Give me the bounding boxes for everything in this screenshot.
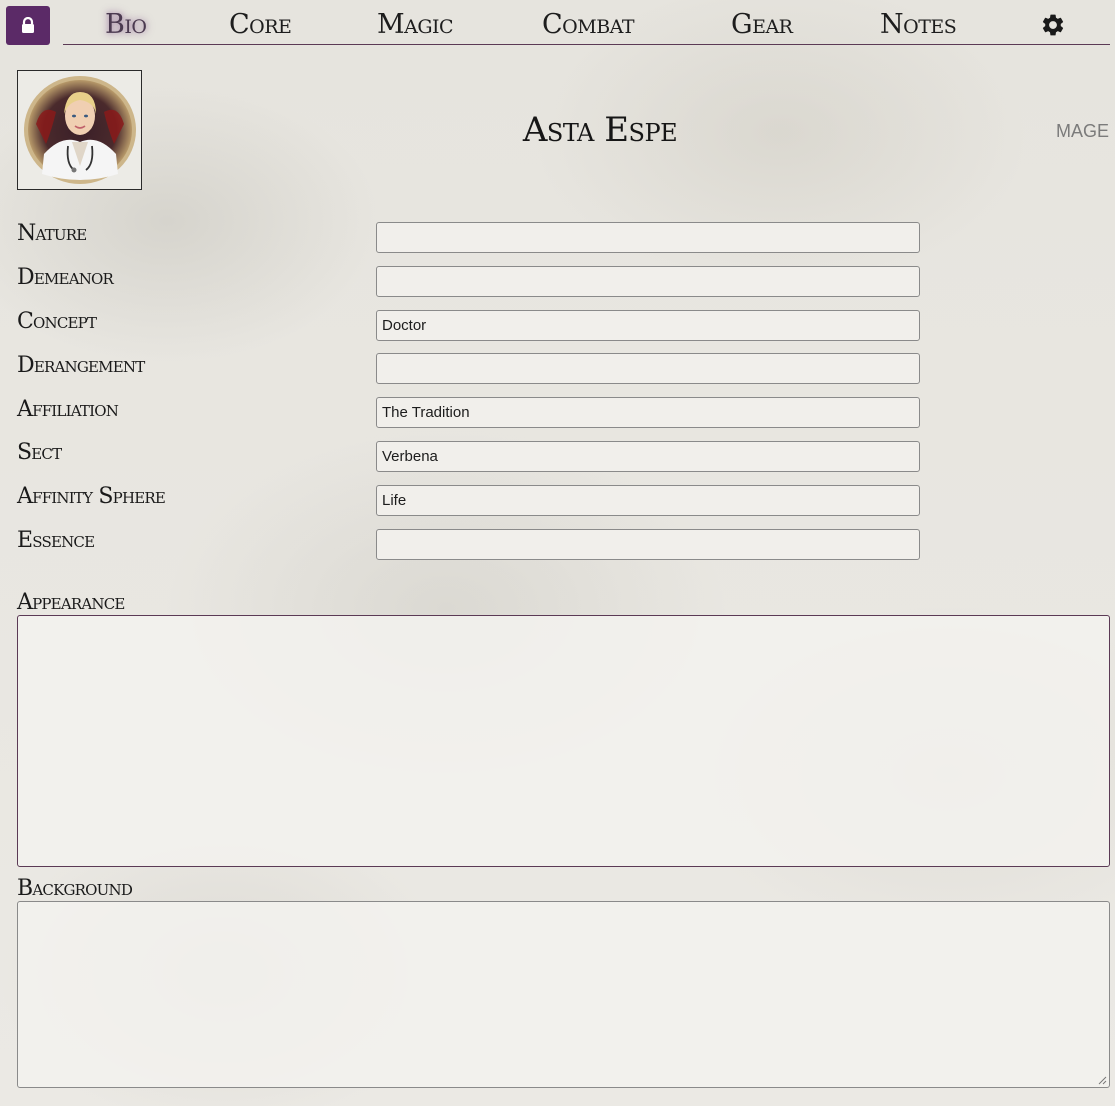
tab-gear[interactable]: Gear: [731, 9, 793, 41]
tab-notes[interactable]: Notes: [880, 9, 957, 41]
tab-bar: Bio Core Magic Combat Gear Notes: [63, 0, 1110, 45]
gear-icon[interactable]: [1040, 12, 1066, 38]
essence-field[interactable]: [376, 529, 920, 560]
background-textarea[interactable]: [17, 901, 1110, 1088]
appearance-label: Appearance: [17, 590, 125, 615]
character-name[interactable]: Asta Espe: [450, 110, 750, 150]
tab-core[interactable]: Core: [229, 9, 292, 41]
sect-field[interactable]: [376, 441, 920, 472]
tab-combat[interactable]: Combat: [542, 9, 635, 41]
nature-label: Nature: [17, 221, 87, 246]
affiliation-field[interactable]: [376, 397, 920, 428]
avatar[interactable]: [17, 70, 142, 190]
character-class: MAGE: [1055, 121, 1109, 141]
tab-magic[interactable]: Magic: [377, 9, 454, 41]
demeanor-field[interactable]: [376, 266, 920, 297]
concept-label: Concept: [17, 309, 97, 334]
affinity-sphere-label: Affinity Sphere: [17, 484, 166, 509]
tab-bio[interactable]: Bio: [105, 9, 147, 41]
resize-handle-icon[interactable]: [1097, 1075, 1107, 1085]
sect-label: Sect: [17, 440, 62, 465]
lock-icon: [22, 17, 34, 33]
character-portrait: [23, 76, 136, 184]
appearance-textarea[interactable]: [17, 615, 1110, 867]
derangement-field[interactable]: [376, 353, 920, 384]
derangement-label: Derangement: [17, 353, 145, 378]
demeanor-label: Demeanor: [17, 265, 114, 290]
nature-field[interactable]: [376, 222, 920, 253]
lock-button[interactable]: [6, 6, 50, 45]
affiliation-label: Affiliation: [17, 397, 119, 422]
affinity-sphere-field[interactable]: [376, 485, 920, 516]
background-label: Background: [17, 876, 133, 901]
concept-field[interactable]: [376, 310, 920, 341]
essence-label: Essence: [17, 528, 95, 553]
